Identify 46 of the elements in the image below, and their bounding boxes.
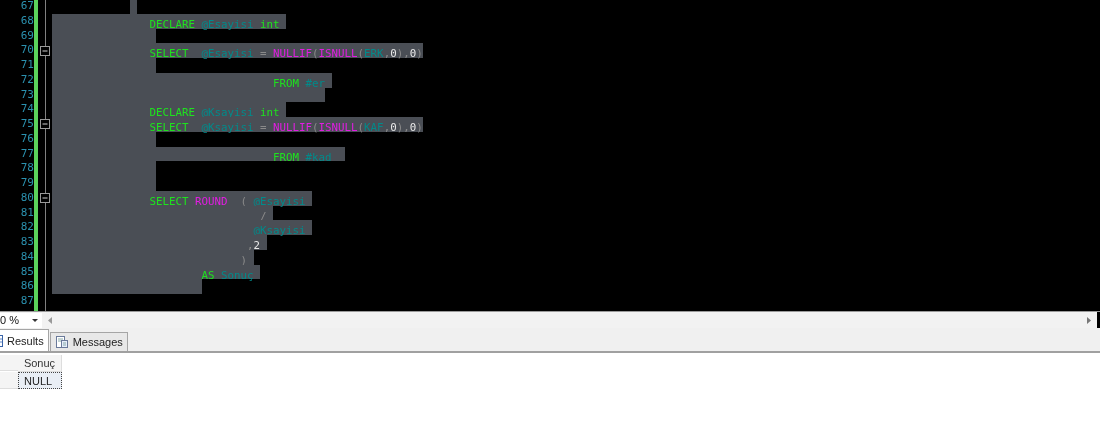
line-number: 74 bbox=[19, 102, 34, 117]
line-number: 69 bbox=[19, 28, 34, 44]
table-cell[interactable]: NULL bbox=[18, 372, 62, 389]
code-line: SELECT @Esayisi = NULLIF(ISNULL(ERK,0),0) bbox=[149, 47, 423, 62]
result-tab[interactable]: Results bbox=[0, 329, 49, 351]
result-tab[interactable]: Messages bbox=[49, 332, 128, 351]
collapse-icon[interactable] bbox=[40, 193, 50, 204]
line-number: 86 bbox=[19, 279, 34, 294]
caret-icon bbox=[32, 318, 38, 322]
zoom-dropdown[interactable]: 0 % bbox=[0, 312, 42, 328]
line-number: 73 bbox=[19, 87, 34, 103]
collapse-icon[interactable] bbox=[40, 45, 50, 56]
line-number: 79 bbox=[19, 176, 34, 191]
code-line: @Ksayisi bbox=[253, 224, 306, 239]
scroll-left-icon[interactable] bbox=[48, 316, 52, 324]
code-line: ,2 bbox=[247, 239, 261, 254]
line-number: 87 bbox=[19, 294, 34, 309]
line-number: 80 bbox=[19, 190, 34, 206]
line-number: 70 bbox=[19, 43, 34, 58]
code-line: DECLARE @Esayisi int bbox=[149, 17, 280, 33]
line-number: 77 bbox=[19, 146, 34, 162]
code-line: AS Sonuç bbox=[201, 268, 254, 284]
code-line: SELECT ROUND ( @Esayisi bbox=[149, 194, 306, 210]
line-number: 81 bbox=[19, 205, 34, 221]
grid-corner bbox=[0, 355, 18, 371]
line-number: 82 bbox=[19, 220, 34, 235]
row-header bbox=[0, 372, 18, 389]
document-icon bbox=[54, 335, 69, 349]
line-number: 85 bbox=[19, 264, 34, 280]
scroll-right-icon[interactable] bbox=[1087, 316, 1091, 324]
line-number: 76 bbox=[19, 131, 34, 147]
code-line: FROM #er bbox=[273, 76, 326, 92]
line-number: 75 bbox=[19, 117, 34, 132]
code-line: SELECT @Ksayisi = NULLIF(ISNULL(KAF,0),0) bbox=[149, 121, 423, 136]
code-line: ) bbox=[240, 253, 247, 269]
line-number: 78 bbox=[19, 161, 34, 176]
code-line: DECLARE @Ksayisi int bbox=[149, 106, 280, 121]
line-number: 83 bbox=[19, 235, 34, 250]
collapse-icon[interactable] bbox=[40, 119, 50, 130]
line-number: 68 bbox=[19, 13, 34, 29]
line-number: 72 bbox=[19, 72, 34, 88]
column-header: Sonuç bbox=[18, 355, 62, 372]
code-line: FROM #kad bbox=[273, 150, 332, 166]
line-number: 71 bbox=[19, 58, 34, 73]
line-number: 67 bbox=[19, 0, 34, 14]
line-number: 84 bbox=[19, 249, 34, 265]
